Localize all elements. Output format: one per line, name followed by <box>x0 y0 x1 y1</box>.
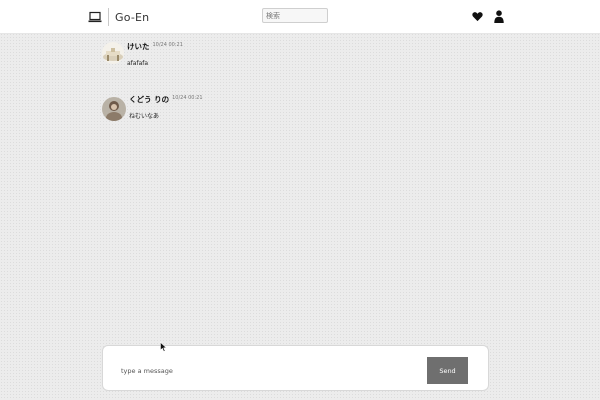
message-item: けいた 10/24 00:21 afafafa <box>102 42 183 68</box>
message-meta: くどう りの 10/24 00:21 <box>129 95 203 105</box>
top-navbar: Go-En <box>0 0 600 34</box>
brand-divider <box>108 8 109 26</box>
message-time: 10/24 00:21 <box>172 95 203 101</box>
message-meta: けいた 10/24 00:21 <box>127 42 183 52</box>
message-author: くどう りの <box>129 95 170 104</box>
avatar-image <box>102 97 126 121</box>
heart-icon[interactable] <box>472 11 483 22</box>
message-body: けいた 10/24 00:21 afafafa <box>127 42 183 68</box>
message-author: けいた <box>127 42 150 51</box>
mouse-pointer-icon <box>160 342 167 352</box>
brand[interactable]: Go-En <box>88 7 149 27</box>
avatar[interactable] <box>102 42 124 64</box>
message-body: くどう りの 10/24 00:21 ねむいなあ <box>129 95 203 121</box>
app-name: Go-En <box>115 10 150 24</box>
avatar-image <box>102 42 124 64</box>
message-text: ねむいなあ <box>129 113 160 120</box>
send-button[interactable]: Send <box>427 357 468 384</box>
message-time: 10/24 00:21 <box>152 42 183 48</box>
avatar[interactable] <box>102 97 126 121</box>
search-input[interactable] <box>262 8 328 23</box>
user-icon[interactable] <box>494 10 504 23</box>
message-text: afafafa <box>127 60 149 67</box>
message-item: くどう りの 10/24 00:21 ねむいなあ <box>102 95 203 121</box>
message-input[interactable] <box>119 364 403 378</box>
laptop-icon <box>88 11 102 23</box>
